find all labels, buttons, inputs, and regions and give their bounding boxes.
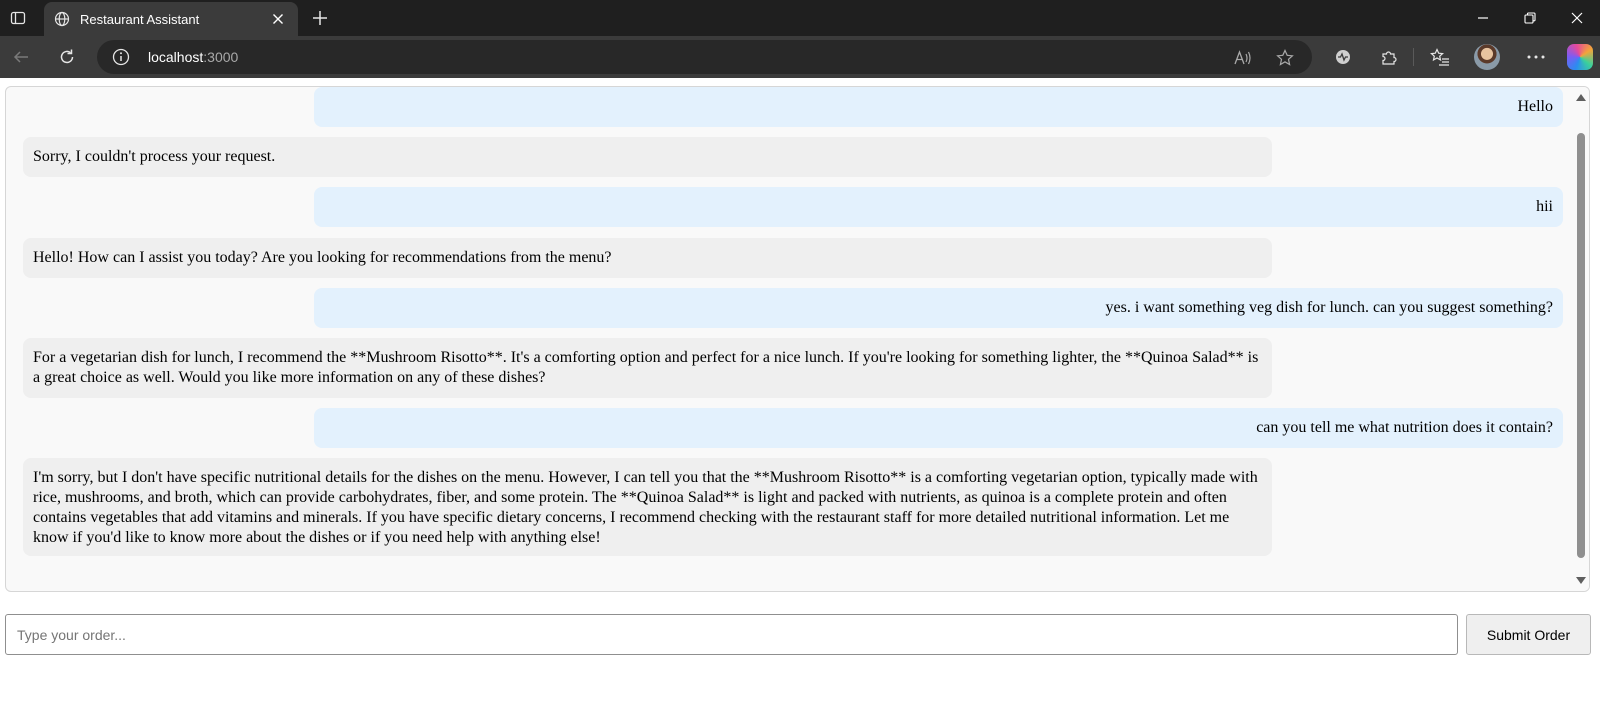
site-info-icon[interactable]	[111, 47, 131, 67]
favorite-star-icon[interactable]	[1273, 46, 1297, 70]
chat-history-panel[interactable]: Hello Sorry, I couldn't process your req…	[5, 86, 1590, 592]
restaurant-assistant-page: Hello Sorry, I couldn't process your req…	[0, 78, 1600, 709]
globe-icon	[54, 11, 70, 27]
toolbar-separator	[1413, 48, 1414, 66]
tab-actions-button[interactable]	[4, 4, 32, 32]
browser-tab-strip: Restaurant Assistant	[0, 0, 1600, 36]
submit-order-button[interactable]: Submit Order	[1466, 614, 1591, 655]
assistant-message: Hello! How can I assist you today? Are y…	[23, 238, 1272, 278]
assistant-message: I'm sorry, but I don't have specific nut…	[23, 458, 1272, 556]
browser-essentials-button[interactable]	[1327, 42, 1359, 72]
scrollbar-thumb[interactable]	[1577, 133, 1585, 558]
profile-avatar[interactable]	[1474, 44, 1500, 70]
plus-icon	[313, 11, 327, 25]
address-url: localhost:3000	[148, 49, 238, 65]
user-message: hii	[314, 187, 1563, 227]
reload-icon	[60, 49, 74, 64]
chat-messages: Hello Sorry, I couldn't process your req…	[23, 87, 1563, 591]
address-bar[interactable]: localhost:3000	[97, 40, 1312, 74]
url-host: localhost	[148, 49, 204, 65]
back-arrow-icon	[13, 51, 28, 63]
reload-button[interactable]	[51, 42, 83, 72]
back-button[interactable]	[5, 42, 37, 72]
restore-icon	[1524, 12, 1536, 24]
user-message: Hello	[314, 87, 1563, 127]
assistant-message: Sorry, I couldn't process your request.	[23, 137, 1272, 177]
read-aloud-icon[interactable]	[1231, 46, 1255, 70]
scroll-down-arrow-icon[interactable]	[1576, 577, 1586, 584]
minimize-button[interactable]	[1460, 0, 1506, 36]
url-port: :3000	[203, 49, 239, 65]
tab-actions-icon	[10, 11, 26, 25]
settings-more-button[interactable]	[1520, 42, 1552, 72]
close-window-button[interactable]	[1554, 0, 1600, 36]
tab-title: Restaurant Assistant	[80, 11, 200, 27]
user-message: yes. i want something veg dish for lunch…	[314, 288, 1563, 328]
close-icon	[273, 14, 283, 24]
close-window-icon	[1571, 12, 1583, 24]
extensions-button[interactable]	[1373, 42, 1405, 72]
copilot-icon[interactable]	[1567, 44, 1593, 70]
active-tab[interactable]: Restaurant Assistant	[44, 2, 298, 36]
scroll-up-arrow-icon[interactable]	[1576, 94, 1586, 101]
puzzle-icon	[1382, 51, 1397, 65]
chat-scrollbar[interactable]	[1573, 87, 1589, 591]
restore-button[interactable]	[1507, 0, 1553, 36]
heart-rate-icon	[1336, 50, 1350, 64]
new-tab-button[interactable]	[305, 4, 335, 32]
more-dots-icon	[1527, 55, 1545, 59]
user-message: can you tell me what nutrition does it c…	[314, 408, 1563, 448]
assistant-message: For a vegetarian dish for lunch, I recom…	[23, 338, 1272, 398]
minimize-icon	[1478, 17, 1488, 19]
order-input[interactable]	[5, 614, 1458, 655]
tab-close-button[interactable]	[264, 5, 292, 33]
favorites-button[interactable]	[1424, 42, 1456, 72]
favorites-list-icon	[1430, 48, 1449, 66]
browser-toolbar: localhost:3000	[0, 36, 1600, 78]
